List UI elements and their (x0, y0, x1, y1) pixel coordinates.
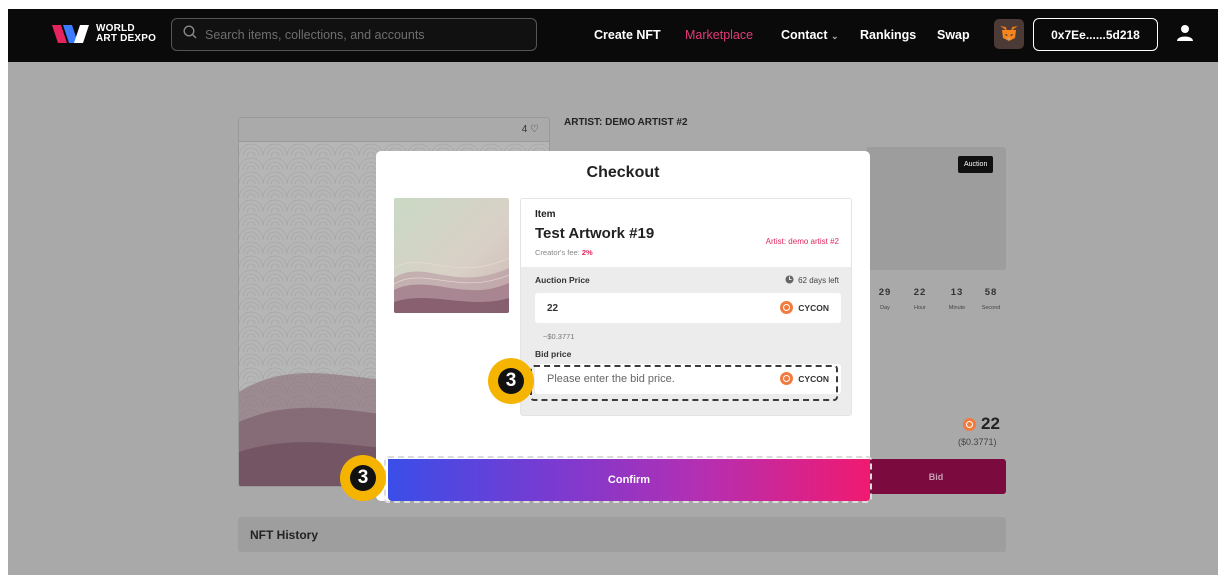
top-navbar: WORLD ART DEXPO Create NFT Marketplace C… (8, 9, 1218, 62)
metamask-fox-icon[interactable] (994, 19, 1024, 49)
timer-days: 29 Day (871, 287, 899, 311)
cycon-coin-icon (780, 372, 794, 385)
cycon-coin-icon (963, 417, 976, 431)
bid-price-token: CYCON (780, 372, 829, 385)
search-icon (183, 25, 197, 44)
user-account-icon[interactable] (1176, 24, 1194, 47)
nav-rankings[interactable]: Rankings (860, 28, 916, 42)
logo-mark-icon (52, 23, 90, 45)
timer-days-label: Day (880, 305, 890, 311)
token-symbol: CYCON (798, 373, 829, 384)
search-bar[interactable] (171, 18, 537, 51)
days-left-value: 62 days left (798, 276, 839, 285)
auction-price-field: 22 CYCON (535, 293, 841, 323)
creator-fee-value: 2% (581, 248, 593, 257)
brand-logo[interactable]: WORLD ART DEXPO (52, 23, 156, 45)
nav-contact-label: Contact (781, 28, 828, 42)
time-left: 62 days left (785, 275, 839, 286)
creator-fee-label: Creator's fee: (535, 248, 580, 257)
bid-button[interactable]: Bid (866, 459, 1006, 494)
artwork-card-topbar: 4 ♡ (239, 118, 549, 142)
wallet-address-button[interactable]: 0x7Ee......5d218 (1033, 18, 1158, 51)
item-summary: Item Test Artwork #19 Creator's fee: 2% … (521, 199, 851, 267)
timer-hours-value: 22 (913, 287, 927, 298)
search-input[interactable] (205, 27, 505, 42)
bid-price-input[interactable] (547, 373, 757, 385)
like-counter[interactable]: 4 ♡ (522, 124, 539, 135)
heart-icon: ♡ (530, 124, 539, 135)
modal-title: Checkout (586, 164, 660, 181)
bid-price-label: Bid price (535, 349, 572, 359)
artwork-thumbnail (394, 198, 509, 313)
step-badge-confirm: 3 (340, 455, 386, 501)
cycon-coin-icon (780, 301, 794, 314)
nft-history-section[interactable]: NFT History (238, 517, 1006, 552)
timer-hours-label: Hour (914, 305, 926, 311)
confirm-button[interactable]: Confirm (388, 459, 870, 501)
checkout-modal: Checkout Item Test Artwork #19 Creator's… (376, 151, 870, 501)
timer-minutes: 13 Minute (943, 287, 971, 311)
auction-price-value: 22 (547, 302, 559, 314)
chevron-down-icon: ⌄ (831, 31, 839, 41)
current-price: 22 (963, 414, 1000, 434)
item-artist[interactable]: Artist: demo artist #2 (766, 237, 839, 246)
checkout-details: Item Test Artwork #19 Creator's fee: 2% … (520, 198, 852, 416)
nav-swap[interactable]: Swap (937, 28, 970, 42)
brand-name: WORLD ART DEXPO (96, 24, 156, 44)
timer-seconds: 58 Second (977, 287, 1005, 311)
timer-seconds-label: Second (981, 305, 1001, 311)
pricing-section: Auction Price 62 days left 22 CYCON ~$0.… (521, 267, 851, 415)
bid-price-field[interactable]: CYCON (535, 364, 841, 394)
nav-contact[interactable]: Contact ⌄ (781, 28, 839, 42)
nav-marketplace[interactable]: Marketplace (685, 28, 753, 42)
app-frame: WORLD ART DEXPO Create NFT Marketplace C… (8, 9, 1218, 575)
creator-fee: Creator's fee: 2% (535, 248, 851, 257)
auction-price-token: CYCON (780, 301, 829, 314)
auction-price-label: Auction Price (535, 275, 590, 285)
timer-minutes-value: 13 (950, 287, 964, 298)
brand-name-line2: ART DEXPO (96, 33, 157, 44)
step-number: 3 (498, 368, 524, 394)
timer-hours: 22 Hour (906, 287, 934, 311)
like-count-value: 4 (521, 124, 528, 135)
clock-icon (785, 275, 794, 286)
timer-days-value: 29 (878, 287, 892, 298)
auction-price-header: Auction Price 62 days left (535, 275, 839, 286)
step-number: 3 (350, 465, 376, 491)
timer-minutes-label: Minute (948, 305, 966, 311)
current-price-usd: ($0.3771) (958, 437, 997, 447)
item-label: Item (535, 209, 556, 220)
step-badge-bid: 3 (488, 358, 534, 404)
token-symbol: CYCON (798, 302, 829, 313)
nav-create-nft[interactable]: Create NFT (594, 28, 661, 42)
auction-badge: Auction (958, 156, 994, 173)
artist-heading: ARTIST: DEMO ARTIST #2 (564, 117, 688, 128)
current-price-value: 22 (981, 414, 1000, 433)
timer-seconds-value: 58 (984, 287, 998, 298)
auction-price-usd: ~$0.3771 (543, 332, 575, 341)
